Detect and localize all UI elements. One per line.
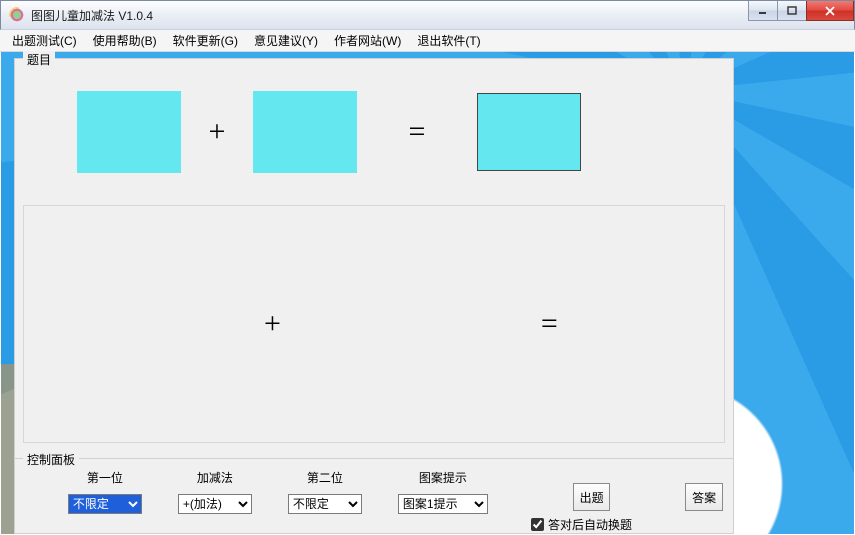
operator-equals: =: [357, 115, 477, 149]
auto-next-label: 答对后自动换题: [548, 516, 632, 533]
col-hint: 图案提示 图案1提示: [398, 469, 488, 514]
auto-next-row[interactable]: 答对后自动换题: [531, 516, 632, 533]
answer-button-label: 答案: [692, 489, 716, 506]
control-row: 第一位 不限定 加减法 +(加法) 第二位 不限定 图案提示 图案1提示 出: [25, 469, 723, 514]
label-operand1: 第一位: [87, 469, 123, 486]
answer-box[interactable]: [477, 93, 581, 171]
menu-feedback[interactable]: 意见建议(Y): [246, 30, 326, 51]
control-panel: 控制面板 第一位 不限定 加减法 +(加法) 第二位 不限定 图案提示 图案1提…: [14, 458, 734, 534]
close-button[interactable]: [806, 1, 854, 21]
operand-1-box: [77, 91, 181, 173]
menu-help[interactable]: 使用帮助(B): [85, 30, 165, 51]
menu-exit[interactable]: 退出软件(T): [409, 30, 488, 51]
question-panel: 题目 + = + =: [14, 58, 734, 460]
answer-button[interactable]: 答案: [685, 483, 723, 511]
select-hint[interactable]: 图案1提示: [398, 494, 488, 514]
row2-operator-plus: +: [264, 307, 281, 341]
row2-operator-equals: =: [541, 307, 558, 341]
control-panel-legend: 控制面板: [23, 451, 79, 468]
col-operand1: 第一位 不限定: [68, 469, 142, 514]
operand-2-box: [253, 91, 357, 173]
menubar: 出题测试(C) 使用帮助(B) 软件更新(G) 意见建议(Y) 作者网站(W) …: [0, 30, 855, 52]
titlebar: 图图儿童加减法 V1.0.4: [0, 0, 855, 30]
col-operation: 加减法 +(加法): [178, 469, 252, 514]
app-icon: [9, 7, 25, 23]
make-question-label: 出题: [580, 489, 604, 506]
minimize-button[interactable]: [748, 1, 778, 21]
question-row-1: + =: [37, 77, 711, 187]
menu-update[interactable]: 软件更新(G): [165, 30, 246, 51]
question-panel-legend: 题目: [23, 51, 55, 68]
menu-website[interactable]: 作者网站(W): [326, 30, 409, 51]
menu-test[interactable]: 出题测试(C): [4, 30, 85, 51]
select-operand1[interactable]: 不限定: [68, 494, 142, 514]
label-operand2: 第二位: [307, 469, 343, 486]
window-controls: [749, 1, 854, 21]
operator-plus: +: [181, 115, 253, 149]
label-hint: 图案提示: [419, 469, 467, 486]
label-operation: 加减法: [197, 469, 233, 486]
select-operand2[interactable]: 不限定: [288, 494, 362, 514]
maximize-button[interactable]: [777, 1, 807, 21]
select-operation[interactable]: +(加法): [178, 494, 252, 514]
question-row-2: + =: [23, 205, 725, 443]
col-operand2: 第二位 不限定: [288, 469, 362, 514]
auto-next-checkbox[interactable]: [531, 518, 544, 531]
window-title: 图图儿童加减法 V1.0.4: [31, 7, 153, 24]
make-question-button[interactable]: 出题: [573, 483, 611, 511]
